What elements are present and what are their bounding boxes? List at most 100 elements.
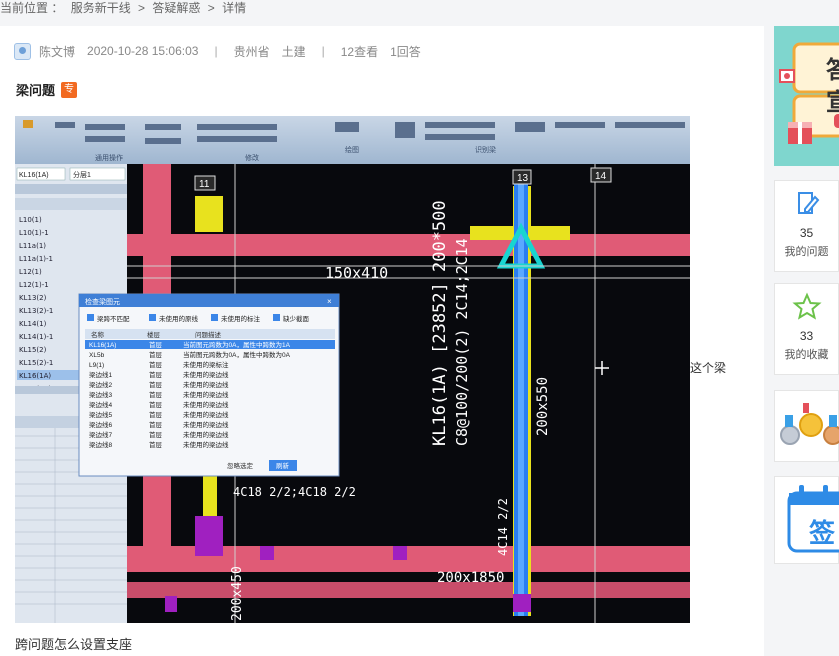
answer-count: 1回答 — [390, 44, 421, 59]
promo-banner[interactable]: 答 宣 — [774, 26, 839, 166]
dialog-close-icon[interactable]: × — [327, 297, 332, 306]
beam-list-item: KL13(2)-1 — [19, 307, 53, 315]
breadcrumb-link-service[interactable]: 服务新干线 — [71, 1, 131, 15]
beam-list-item: KL15(2)-1 — [19, 359, 53, 367]
dialog-checkbox[interactable] — [211, 314, 218, 321]
beam-list-item: KL14(1)-1 — [19, 333, 53, 341]
dialog-checkbox[interactable] — [149, 314, 156, 321]
my-questions-card[interactable]: 35 我的问题 — [774, 180, 839, 272]
dialog-row-desc: 未使用的梁边线 — [183, 420, 229, 429]
dialog-row-desc: 当前图元跨数为0A，属性中跨数为1A — [183, 340, 291, 349]
cad-dim-200x550: 200x550 — [535, 377, 551, 436]
dialog-checkbox[interactable] — [273, 314, 280, 321]
dialog-row-floor: 首层 — [149, 400, 163, 409]
dialog-ignore-button[interactable]: 忽略选定 — [227, 461, 254, 470]
inline-caption: 这个梁 — [690, 361, 727, 375]
my-questions-count: 35 — [799, 226, 814, 240]
combo-floor: 分层1 — [73, 170, 91, 179]
cad-beam-label-1: KL16(1A) [23852] 200*500 — [430, 200, 450, 446]
beam-list-item: L12(1)-1 — [19, 281, 49, 289]
dialog-row-name: XL5b — [89, 352, 105, 359]
cad-beam-label-2: C8@100/200(2) 2C14;2C14 — [453, 238, 471, 446]
beam-list-item: L10(1) — [19, 216, 42, 224]
grid-axis-14: 14 — [595, 171, 607, 182]
breadcrumb-link-qa[interactable]: 答疑解惑 — [152, 1, 200, 15]
grid-axis-11: 11 — [199, 179, 210, 190]
dialog-row-desc: 未使用的梁边线 — [183, 410, 229, 419]
dialog-row-floor: 首层 — [149, 360, 163, 369]
ribbon-label-draw: 绘图 — [345, 145, 359, 154]
dialog-row-floor: 首层 — [149, 370, 163, 379]
avatar[interactable] — [14, 42, 31, 60]
signin-card[interactable]: 签 — [774, 476, 839, 564]
star-icon — [791, 292, 822, 320]
question-meta: 陈文博 2020-10-28 15:06:03 | 贵州省 土建 | 12查看 … — [14, 42, 421, 60]
dialog-row-name: 梁边线1 — [89, 370, 113, 379]
dialog-check-label: 缺少截面 — [283, 314, 310, 323]
dialog-row-name: L9(1) — [89, 362, 104, 369]
beam-list-item: KL13(2) — [19, 294, 47, 302]
medals-card[interactable] — [774, 390, 839, 462]
beam-list-item: L11a(1)-1 — [19, 255, 53, 263]
my-favorites-card[interactable]: 33 我的收藏 — [774, 283, 839, 375]
dialog-check-label: 未使用的原线 — [159, 314, 199, 323]
dialog-row-desc: 未使用的梁边线 — [183, 380, 229, 389]
dialog-row-floor: 首层 — [149, 430, 163, 439]
my-questions-label: 我的问题 — [784, 246, 829, 258]
region: 贵州省 — [233, 44, 270, 59]
beam-list-item: KL16(1A) — [19, 372, 51, 380]
dialog-column-header: 问题描述 — [195, 330, 222, 339]
dialog-check-label: 未使用的标注 — [221, 314, 261, 323]
grid-axis-13: 13 — [517, 173, 529, 184]
dialog-row-floor: 首层 — [149, 350, 163, 359]
cad-dim-200x1850: 200x1850 — [437, 570, 504, 586]
combo-selected-beam: KL16(1A) — [19, 172, 49, 179]
my-favorites-label: 我的收藏 — [784, 349, 829, 361]
dialog-row-name: KL16(1A) — [89, 342, 116, 349]
dialog-row-name: 梁边线2 — [89, 380, 113, 389]
ribbon-label-modify: 修改 — [245, 153, 259, 162]
view-count: 12查看 — [340, 44, 379, 59]
beam-list-item: L10(1)-1 — [19, 229, 49, 237]
check-dialog[interactable]: 检查梁图元 × 梁跨不匹配 未使用的原线 未使用的标注 缺少截面 名称 楼层 问题描述 K… — [78, 293, 340, 477]
dialog-row-name: 梁边线8 — [89, 440, 113, 449]
dialog-row-name: 梁边线5 — [89, 410, 113, 419]
beam-list-item: L11a(1) — [19, 242, 46, 250]
dialog-row-floor: 首层 — [149, 390, 163, 399]
expert-tag: 专 — [61, 81, 78, 98]
cad-screenshot-image: 通用操作 修改 绘图 识别梁 KL16(1A) 分层1 L10(1) L10(1)… — [15, 116, 690, 623]
dialog-row-floor: 首层 — [149, 340, 163, 349]
cad-rebar-label: 4C18 2/2;4C18 2/2 — [233, 485, 356, 499]
author-name[interactable]: 陈文博 — [39, 43, 75, 60]
edit-icon — [797, 192, 819, 214]
banner-char-2: 宣 — [826, 89, 839, 116]
banner-char-1: 答 — [826, 57, 839, 84]
beam-list-item: KL15(2) — [19, 346, 47, 354]
dialog-row-desc: 未使用的梁边线 — [183, 370, 229, 379]
dialog-checkbox[interactable] — [87, 314, 94, 321]
dialog-row-desc: 未使用的梁边线 — [183, 390, 229, 399]
post-datetime: 2020-10-28 15:06:03 — [87, 44, 199, 58]
breadcrumb: 当前位置 ： 服务新干线 > 答疑解惑 > 详情 — [0, 0, 250, 18]
dialog-refresh-button[interactable]: 刷新 — [276, 461, 290, 470]
ribbon-label-general: 通用操作 — [95, 153, 123, 162]
breadcrumb-prefix: 当前位置 ： — [0, 1, 64, 15]
beam-list-item: L12(1) — [19, 268, 42, 276]
dialog-column-header: 楼层 — [147, 330, 161, 339]
title-row: 梁问题 专 — [16, 80, 78, 99]
beam-list-item: KL14(1) — [19, 320, 47, 328]
ribbon-label-recognize: 识别梁 — [475, 145, 496, 154]
dialog-row-desc: 未使用的梁边线 — [183, 440, 229, 449]
dialog-row-floor: 首层 — [149, 420, 163, 429]
breadcrumb-current: 详情 — [222, 1, 247, 15]
dialog-column-header: 名称 — [91, 330, 105, 339]
dialog-row-floor: 首层 — [149, 440, 163, 449]
breadcrumb-sep: > — [207, 1, 215, 15]
dialog-row-desc: 未使用的梁标注 — [183, 360, 229, 369]
dialog-row-name: 梁边线7 — [89, 430, 113, 439]
question-title: 梁问题 — [16, 83, 56, 98]
meta-separator: | — [214, 44, 218, 58]
signin-char: 签 — [809, 518, 836, 548]
dialog-row-floor: 首层 — [149, 380, 163, 389]
question-photo[interactable]: 通用操作 修改 绘图 识别梁 KL16(1A) 分层1 L10(1) L10(1)… — [15, 116, 690, 623]
